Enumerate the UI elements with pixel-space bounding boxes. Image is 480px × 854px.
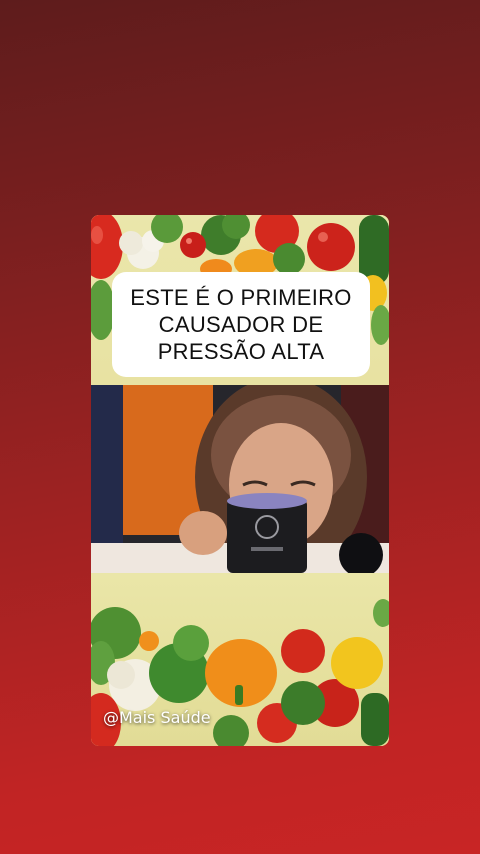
caption-line-3: PRESSÃO ALTA — [157, 339, 325, 364]
caption-line-2: CAUSADOR DE — [158, 312, 324, 337]
watermark-handle: @Mais Saúde — [103, 708, 211, 727]
video-frame-person-drinking — [91, 385, 389, 573]
caption-line-1: ESTE É O PRIMEIRO — [130, 285, 352, 310]
caption-box: ESTE É O PRIMEIRO CAUSADOR DE PRESSÃO AL… — [112, 272, 370, 377]
